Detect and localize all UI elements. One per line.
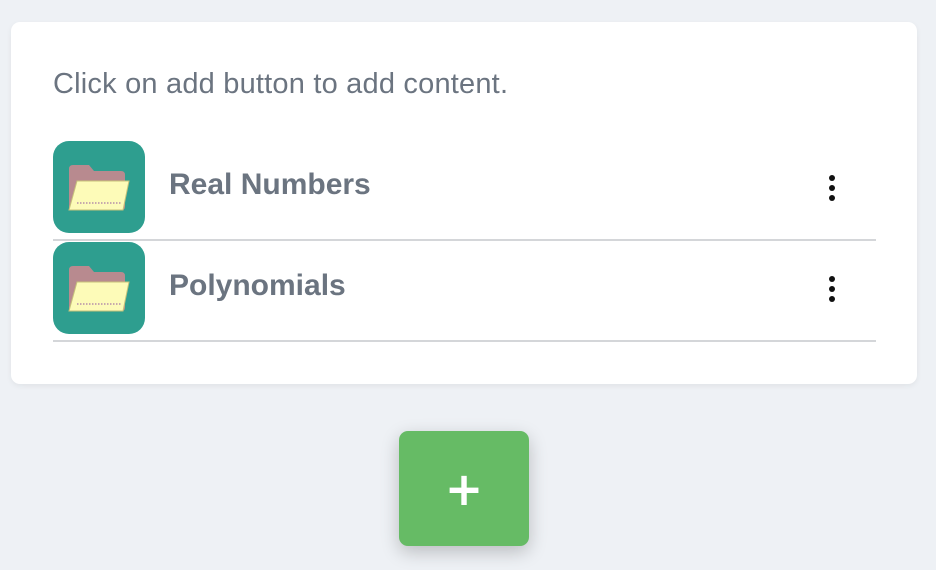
- more-vertical-icon[interactable]: [820, 170, 844, 206]
- list-item-real-numbers[interactable]: Real Numbers: [53, 140, 876, 241]
- folder-icon: [53, 141, 145, 233]
- plus-icon: +: [444, 461, 484, 516]
- add-content-button[interactable]: +: [399, 431, 529, 546]
- list-item-polynomials[interactable]: Polynomials: [53, 241, 876, 342]
- item-title: Real Numbers: [169, 168, 371, 201]
- content-list: Real Numbers Polynomials: [53, 140, 876, 342]
- folder-icon: [53, 242, 145, 334]
- item-title: Polynomials: [169, 269, 346, 302]
- instruction-text: Click on add button to add content.: [53, 68, 509, 100]
- more-vertical-icon[interactable]: [820, 271, 844, 307]
- content-card: Click on add button to add content. Real…: [11, 22, 917, 384]
